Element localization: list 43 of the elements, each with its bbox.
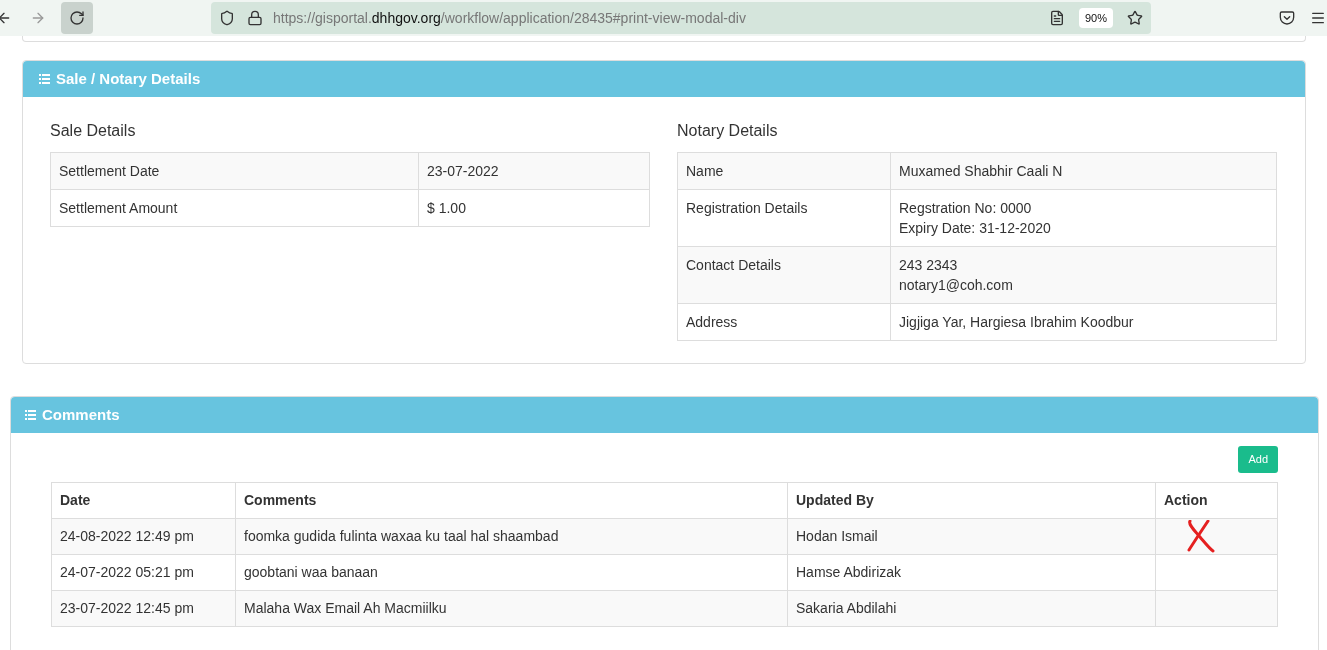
- label-cell: Settlement Date: [50, 152, 419, 190]
- reload-icon: [69, 10, 85, 26]
- value-cell: Jigjiga Yar, Hargiesa Ibrahim Koodbur: [890, 303, 1277, 341]
- value-cell: Muxamed Shabhir Caali N: [890, 152, 1277, 190]
- label-cell: Contact Details: [677, 246, 891, 304]
- list-icon: [39, 74, 50, 84]
- menu-icon[interactable]: [1310, 10, 1326, 26]
- list-icon: [25, 410, 36, 420]
- shield-icon: [219, 10, 235, 26]
- section-heading: Notary Details: [677, 121, 779, 141]
- back-icon[interactable]: [0, 10, 12, 26]
- pocket-icon[interactable]: [1279, 10, 1295, 26]
- value-cell: 243 2343 notary1@coh.com: [890, 246, 1277, 304]
- comment-cell: foomka gudida fulinta waxaa ku taal hal shaambad: [235, 518, 788, 555]
- label-cell: Name: [677, 152, 891, 190]
- label-cell: Settlement Amount: [50, 189, 419, 227]
- column-header: Action: [1155, 482, 1278, 519]
- url-text: https://gisportal.dhhgov.org/workflow/application/28435#print-view-modal-div: [273, 8, 746, 28]
- reload-button[interactable]: [61, 2, 93, 34]
- comment-cell: goobtani waa banaan: [235, 554, 788, 591]
- address-bar[interactable]: https://gisportal.dhhgov.org/workflow/application/28435#print-view-modal-div 90%: [211, 2, 1151, 34]
- zoom-level[interactable]: 90%: [1078, 7, 1113, 29]
- value-cell: Regstration No: 0000 Expiry Date: 31-12-2020: [890, 189, 1277, 247]
- value-cell: $ 1.00: [418, 189, 650, 227]
- column-header: Comments: [235, 482, 788, 519]
- comment-cell: Malaha Wax Email Ah Macmiilku: [235, 590, 788, 627]
- date-cell: 23-07-2022 12:45 pm: [51, 590, 236, 627]
- lock-icon: [247, 10, 263, 26]
- label-cell: Address: [677, 303, 891, 341]
- value-cell: 23-07-2022: [418, 152, 650, 190]
- label-cell: Registration Details: [677, 189, 891, 247]
- section-heading: Sale Details: [50, 121, 137, 141]
- date-cell: 24-08-2022 12:49 pm: [51, 518, 236, 555]
- column-header: Date: [51, 482, 236, 519]
- panel-title: Sale / Notary Details: [56, 68, 201, 89]
- date-cell: 24-07-2022 05:21 pm: [51, 554, 236, 591]
- updated-by-cell: Sakaria Abdilahi: [787, 590, 1156, 627]
- updated-by-cell: Hamse Abdirizak: [787, 554, 1156, 591]
- column-header: Updated By: [787, 482, 1156, 519]
- bookmark-star-icon[interactable]: [1127, 10, 1143, 26]
- panel-title: Comments: [42, 404, 120, 425]
- reader-view-icon[interactable]: [1048, 10, 1065, 26]
- updated-by-cell: Hodan Ismail: [787, 518, 1156, 555]
